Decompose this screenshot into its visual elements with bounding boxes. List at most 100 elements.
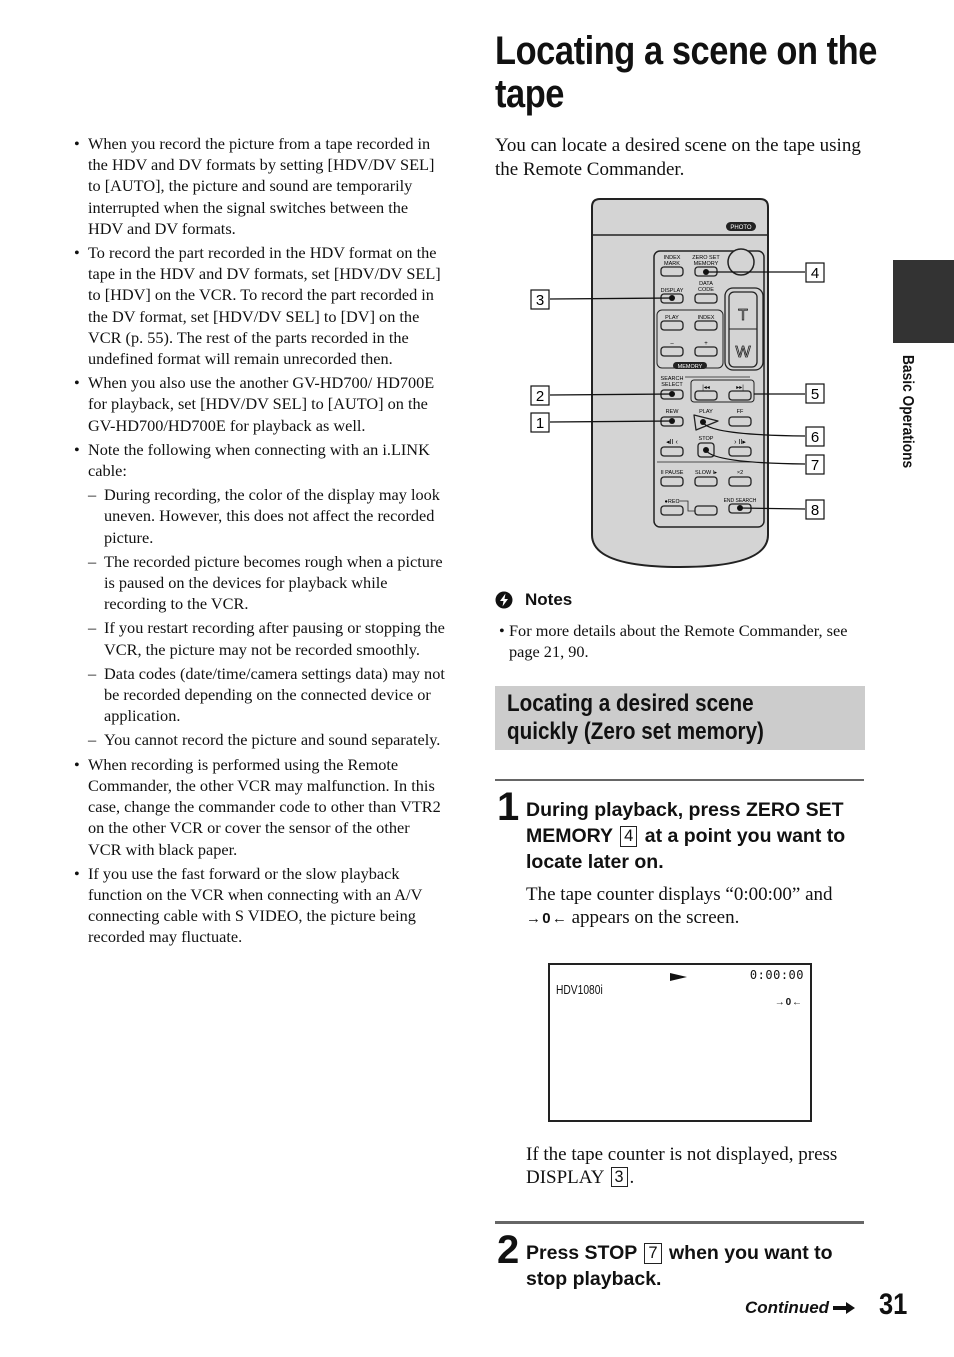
- next-skip-button: [728, 390, 752, 401]
- ff-button: [728, 416, 752, 427]
- ff-label: FF: [737, 409, 744, 415]
- memory-play-label: PLAY: [665, 315, 679, 321]
- memory-play-button: [660, 320, 684, 331]
- display-note-text: If the tape counter is not displayed, pr…: [526, 1144, 838, 1188]
- x2-label: ×2: [737, 470, 743, 476]
- stop-label: STOP: [699, 436, 714, 442]
- callout-5: 5: [805, 383, 825, 404]
- svg-text:4: 4: [811, 265, 819, 282]
- data-code-button: [694, 293, 718, 304]
- continued-indicator: Continued: [745, 1298, 856, 1318]
- section-title: Locating a desired scene quickly (Zero s…: [507, 690, 868, 746]
- notes-warning-icon: [495, 591, 513, 609]
- sub-list-item: During recording, the color of the displ…: [70, 484, 445, 548]
- pause-label: II PAUSE: [661, 470, 684, 476]
- rec-label: ●REC: [665, 499, 680, 505]
- section-title-line-1: Locating a desired scene: [507, 690, 754, 717]
- svg-text:5: 5: [811, 386, 819, 403]
- rec-button-1: [660, 505, 684, 516]
- frame-back-icon: ◂II ‹: [666, 439, 678, 446]
- notes-heading: Notes: [495, 590, 572, 610]
- step-2-ref-box: 7: [644, 1243, 662, 1264]
- search-select-label-2: SELECT: [661, 382, 683, 388]
- sub-list-item: If you restart recording after pausing o…: [70, 617, 445, 659]
- frame-back-button: [660, 446, 684, 457]
- display-note-period: .: [629, 1167, 635, 1188]
- list-item: When you record the picture from a tape …: [70, 133, 445, 239]
- slow-label: SLOW I▸: [695, 470, 717, 476]
- step-1-number: 1: [497, 785, 520, 829]
- zero-set-memory-indicator: → 0 ←: [774, 997, 802, 1008]
- slow-button: [694, 476, 718, 487]
- index-mark-label-2: MARK: [664, 261, 680, 267]
- frame-fwd-icon: › II▸: [734, 439, 746, 446]
- svg-text:6: 6: [811, 429, 819, 446]
- next-skip-icon: ▸▸|: [736, 385, 744, 391]
- memory-badge-label: MEMORY: [678, 364, 703, 370]
- callout-2: 2: [530, 385, 550, 406]
- step-1-instruction: During playback, press ZERO SET MEMORY 4…: [526, 797, 866, 875]
- memory-index-label: INDEX: [698, 315, 715, 321]
- step-2-text-before: Press STOP: [526, 1242, 637, 1264]
- step-1-description: The tape counter displays “0:00:00” and …: [526, 883, 871, 930]
- pause-button: [660, 476, 684, 487]
- sub-list-item: The recorded picture becomes rough when …: [70, 551, 445, 615]
- list-item: When recording is performed using the Re…: [70, 754, 445, 860]
- memory-minus-button: [660, 346, 684, 357]
- end-search-label: END SEARCH: [724, 498, 757, 504]
- callout-1: 1: [530, 412, 550, 433]
- section-tab-marker: [893, 260, 954, 343]
- zoom-w-label: W: [735, 344, 751, 361]
- svg-text:1: 1: [536, 415, 544, 432]
- callout-3: 3: [530, 289, 550, 310]
- page-title: Locating a scene on the tape: [495, 29, 877, 116]
- list-item: When you also use the another GV-HD700/ …: [70, 372, 445, 436]
- step-2-number: 2: [497, 1228, 520, 1272]
- zero-set-memory-icon: → 0 ←: [526, 910, 567, 927]
- step-1-ref-box: 4: [620, 826, 638, 847]
- notes-heading-label: Notes: [525, 590, 573, 609]
- tape-counter: 0:00:00: [749, 968, 804, 982]
- memory-plus-label: +: [704, 341, 708, 347]
- section-title-line-2: quickly (Zero set memory): [507, 718, 764, 745]
- left-column-notes: When you record the picture from a tape …: [70, 133, 445, 951]
- x2-button: [728, 476, 752, 487]
- step-1-body-line-1: The tape counter displays “0:00:00” and: [526, 884, 833, 905]
- step-1-display-note: If the tape counter is not displayed, pr…: [526, 1143, 846, 1189]
- callout-8: 8: [805, 499, 825, 520]
- notes-item: For more details about the Remote Comman…: [495, 620, 865, 662]
- callout-4: 4: [805, 262, 825, 283]
- prev-skip-button: [694, 390, 718, 401]
- notes-list: For more details about the Remote Comman…: [495, 620, 865, 665]
- rec-button-2: [694, 505, 718, 516]
- format-indicator: HDV1080i: [556, 983, 603, 997]
- memory-plus-button: [694, 346, 718, 357]
- list-item: To record the part recorded in the HDV f…: [70, 242, 445, 369]
- rew-label: REW: [666, 409, 680, 415]
- display-label: DISPLAY: [661, 288, 684, 294]
- svg-text:7: 7: [811, 457, 819, 474]
- list-item: Note the following when connecting with …: [70, 439, 445, 481]
- arrow-right-icon: [833, 1302, 856, 1314]
- screen-display-illustration: 0:00:00 HDV1080i → 0 ←: [548, 963, 812, 1122]
- callout-6: 6: [805, 426, 825, 447]
- list-item: If you use the fast forward or the slow …: [70, 863, 445, 948]
- section-heading-band: Locating a desired scene quickly (Zero s…: [495, 686, 865, 750]
- prev-skip-icon: |◂◂: [702, 385, 710, 391]
- play-label: PLAY: [699, 409, 713, 415]
- svg-text:8: 8: [811, 502, 819, 519]
- display-ref-box: 3: [610, 1167, 628, 1188]
- sensor-circle: [727, 248, 755, 276]
- zero-set-memory-label-2: MEMORY: [694, 261, 719, 267]
- remote-commander-illustration: PHOTO INDEX MARK ZERO SET MEMORY DISPLAY…: [530, 198, 825, 569]
- play-indicator-icon: [670, 973, 687, 981]
- index-mark-button: [660, 266, 684, 277]
- svg-text:2: 2: [536, 388, 544, 405]
- sub-list-item: You cannot record the picture and sound …: [70, 729, 445, 750]
- page-number: 31: [879, 1288, 908, 1321]
- sub-list-item: Data codes (date/time/camera settings da…: [70, 663, 445, 727]
- intro-paragraph: You can locate a desired scene on the ta…: [495, 135, 861, 180]
- data-code-label-2: CODE: [698, 287, 714, 293]
- memory-index-button: [694, 320, 718, 331]
- step-2-rule: [495, 1221, 864, 1224]
